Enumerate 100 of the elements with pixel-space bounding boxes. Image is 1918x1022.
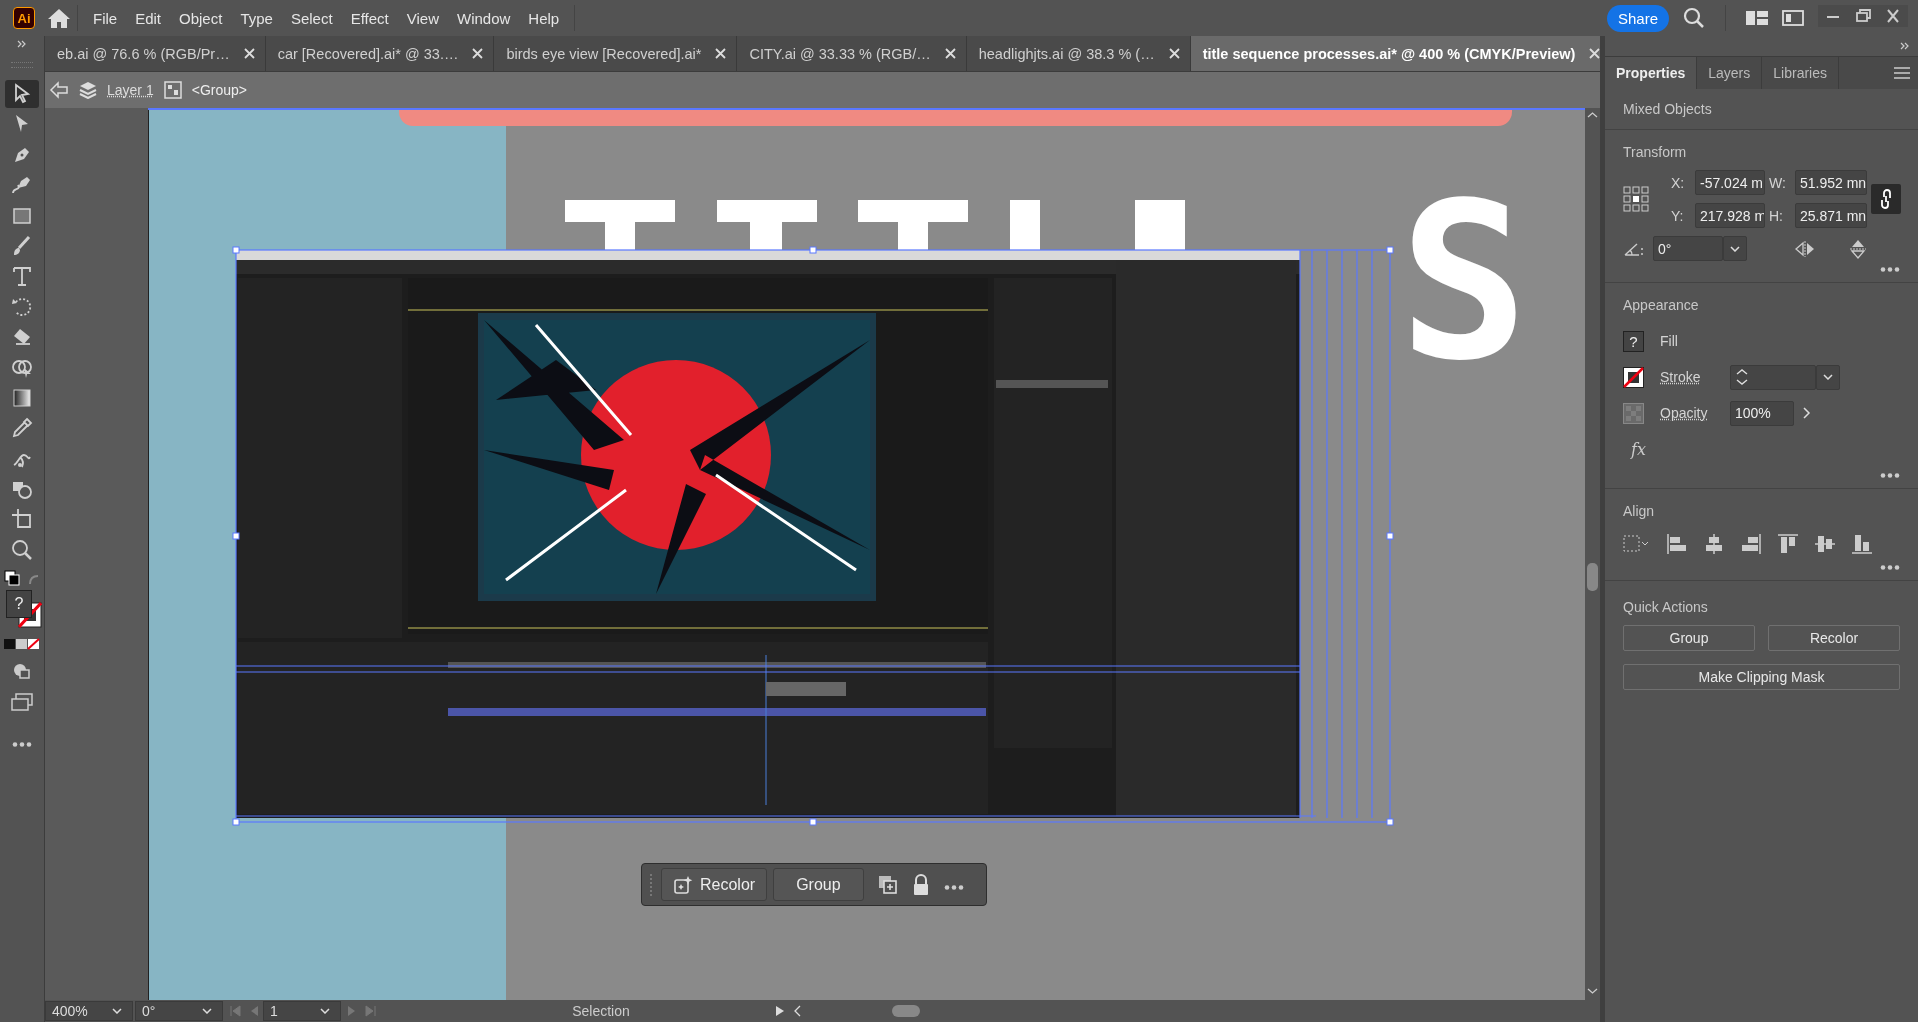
chevron-double-icon[interactable] xyxy=(17,40,27,48)
transform-label: X: xyxy=(1671,174,1686,191)
document-tab[interactable]: birds eye view [Recovered].ai* xyxy=(494,36,738,71)
align-top-icon[interactable] xyxy=(1777,533,1799,555)
fill-swatch[interactable]: ? xyxy=(1623,330,1644,352)
align-right-icon[interactable] xyxy=(1740,533,1762,555)
align-left-icon[interactable] xyxy=(1666,533,1688,555)
align-vertical-center-icon[interactable] xyxy=(1814,533,1836,555)
stroke-none-swatch-icon[interactable] xyxy=(1623,366,1644,388)
swap-fill-stroke-icon[interactable] xyxy=(4,570,40,589)
recolor-icon xyxy=(673,874,693,895)
zoom-tool-icon xyxy=(10,537,34,562)
constrain-proportions-button[interactable] xyxy=(1871,184,1901,214)
close-icon[interactable] xyxy=(243,48,255,59)
panel-tab[interactable]: Properties xyxy=(1605,57,1698,89)
caret-icon xyxy=(1823,374,1833,380)
scrollbar-thumb[interactable] xyxy=(1587,563,1598,591)
artboard-field[interactable]: 1 xyxy=(263,1001,341,1021)
angle-dropdown[interactable] xyxy=(1723,236,1747,261)
effects-button[interactable]: fx xyxy=(1631,439,1646,459)
scrollbar-thumb[interactable] xyxy=(892,1005,920,1017)
current-tool-label: Selection xyxy=(571,1003,631,1019)
opacity-checker-icon xyxy=(1623,402,1644,424)
more-icon[interactable] xyxy=(1880,473,1900,478)
recolor-button[interactable]: Recolor xyxy=(661,868,768,901)
close-icon[interactable] xyxy=(715,48,727,59)
search-icon[interactable] xyxy=(1683,7,1705,29)
align-bottom-icon[interactable] xyxy=(1851,533,1873,555)
layers-icon xyxy=(79,81,97,99)
more-icon[interactable] xyxy=(1880,565,1900,570)
fill-swatch[interactable]: ? xyxy=(6,590,32,619)
caret-icon xyxy=(112,1008,122,1014)
menu-item[interactable]: File xyxy=(84,5,127,31)
chevron-right-icon[interactable] xyxy=(1802,406,1812,420)
stroke-weight-dropdown[interactable] xyxy=(1816,364,1840,390)
flip-horizontal-icon[interactable] xyxy=(1794,240,1816,257)
stroke-weight-field[interactable] xyxy=(1730,364,1816,390)
more-icon[interactable] xyxy=(1880,267,1900,272)
menu-item[interactable]: View xyxy=(397,5,448,31)
title-artwork-text: S xyxy=(1399,175,1539,390)
caret-icon xyxy=(320,1008,330,1014)
opacity-field[interactable]: 100% xyxy=(1730,400,1794,426)
color-mode-icon[interactable] xyxy=(4,638,40,651)
menu-item[interactable]: Edit xyxy=(126,5,171,31)
fill-label: Fill xyxy=(1660,333,1678,349)
more-icon[interactable] xyxy=(12,742,32,748)
menu-item[interactable]: Object xyxy=(170,5,232,31)
document-tab[interactable]: eb.ai @ 76.6 % (RGB/Pr… xyxy=(45,36,266,71)
duplicate-icon[interactable] xyxy=(877,874,898,895)
workspace-layout-icon[interactable] xyxy=(1746,9,1768,27)
quick-action-button[interactable]: Make Clipping Mask xyxy=(1623,664,1900,690)
rotate-angle-field[interactable]: 0° xyxy=(1653,236,1723,261)
close-icon[interactable] xyxy=(944,48,956,59)
lock-icon[interactable] xyxy=(911,873,930,896)
close-icon[interactable] xyxy=(1589,48,1600,59)
document-tab[interactable]: title sequence processes.ai* @ 400 % (CMYK/Preview) xyxy=(1190,36,1600,71)
link-icon xyxy=(1880,189,1892,209)
group-label: <Group> xyxy=(191,82,247,98)
tool-button[interactable] xyxy=(5,80,39,108)
screen-mode-icon[interactable] xyxy=(10,692,34,713)
close-icon[interactable] xyxy=(472,48,484,59)
menu-item[interactable]: Select xyxy=(281,5,342,31)
reference-point-icon[interactable] xyxy=(1623,186,1649,212)
stroke-link[interactable]: Stroke xyxy=(1660,369,1718,385)
draw-mode-icon[interactable] xyxy=(12,662,32,681)
panel-layout-icon[interactable] xyxy=(1782,9,1804,27)
quick-action-button[interactable]: Group xyxy=(1623,625,1755,651)
close-icon[interactable] xyxy=(1168,48,1180,59)
section-title: Align xyxy=(1623,503,1656,519)
transform-field[interactable]: 25.871 mn xyxy=(1795,203,1867,228)
app-logo: Ai xyxy=(13,7,35,29)
chevron-double-icon[interactable] xyxy=(1900,42,1910,50)
group-button[interactable]: Group xyxy=(773,868,864,901)
rotation-field[interactable]: 0° xyxy=(135,1001,223,1021)
chevron-left-icon[interactable] xyxy=(793,1005,801,1017)
share-button[interactable]: Share xyxy=(1606,4,1669,32)
more-icon[interactable] xyxy=(943,884,964,890)
opacity-link[interactable]: Opacity xyxy=(1660,405,1718,421)
play-icon[interactable] xyxy=(775,1005,785,1017)
panel-tab[interactable]: Layers xyxy=(1697,57,1763,89)
quick-action-button[interactable]: Recolor xyxy=(1768,625,1900,651)
document-tab[interactable]: car [Recovered].ai* @ 33.… xyxy=(265,36,495,71)
transform-field[interactable]: -57.024 m xyxy=(1695,170,1765,195)
transform-field[interactable]: 51.952 mn xyxy=(1795,170,1867,195)
home-icon[interactable] xyxy=(47,7,71,29)
zoom-field[interactable]: 400% xyxy=(45,1001,133,1021)
back-arrow-icon[interactable] xyxy=(49,81,69,99)
menu-item[interactable]: Help xyxy=(519,5,569,31)
menu-item[interactable]: Type xyxy=(231,5,282,31)
panel-tab[interactable]: Libraries xyxy=(1762,57,1839,89)
transform-label: Y: xyxy=(1671,207,1685,224)
document-tab[interactable]: CITY.ai @ 33.33 % (RGB/… xyxy=(737,36,967,71)
caret-icon xyxy=(202,1008,212,1014)
angle-icon xyxy=(1623,240,1645,257)
document-tab[interactable]: headlighjts.ai @ 38.3 % (… xyxy=(966,36,1191,71)
layer-link[interactable]: Layer 1 xyxy=(107,82,154,98)
menu-item[interactable]: Window xyxy=(447,5,520,31)
menu-item[interactable]: Effect xyxy=(341,5,398,31)
menu-icon[interactable] xyxy=(1894,67,1910,79)
align-horizontal-center-icon[interactable] xyxy=(1703,533,1725,555)
